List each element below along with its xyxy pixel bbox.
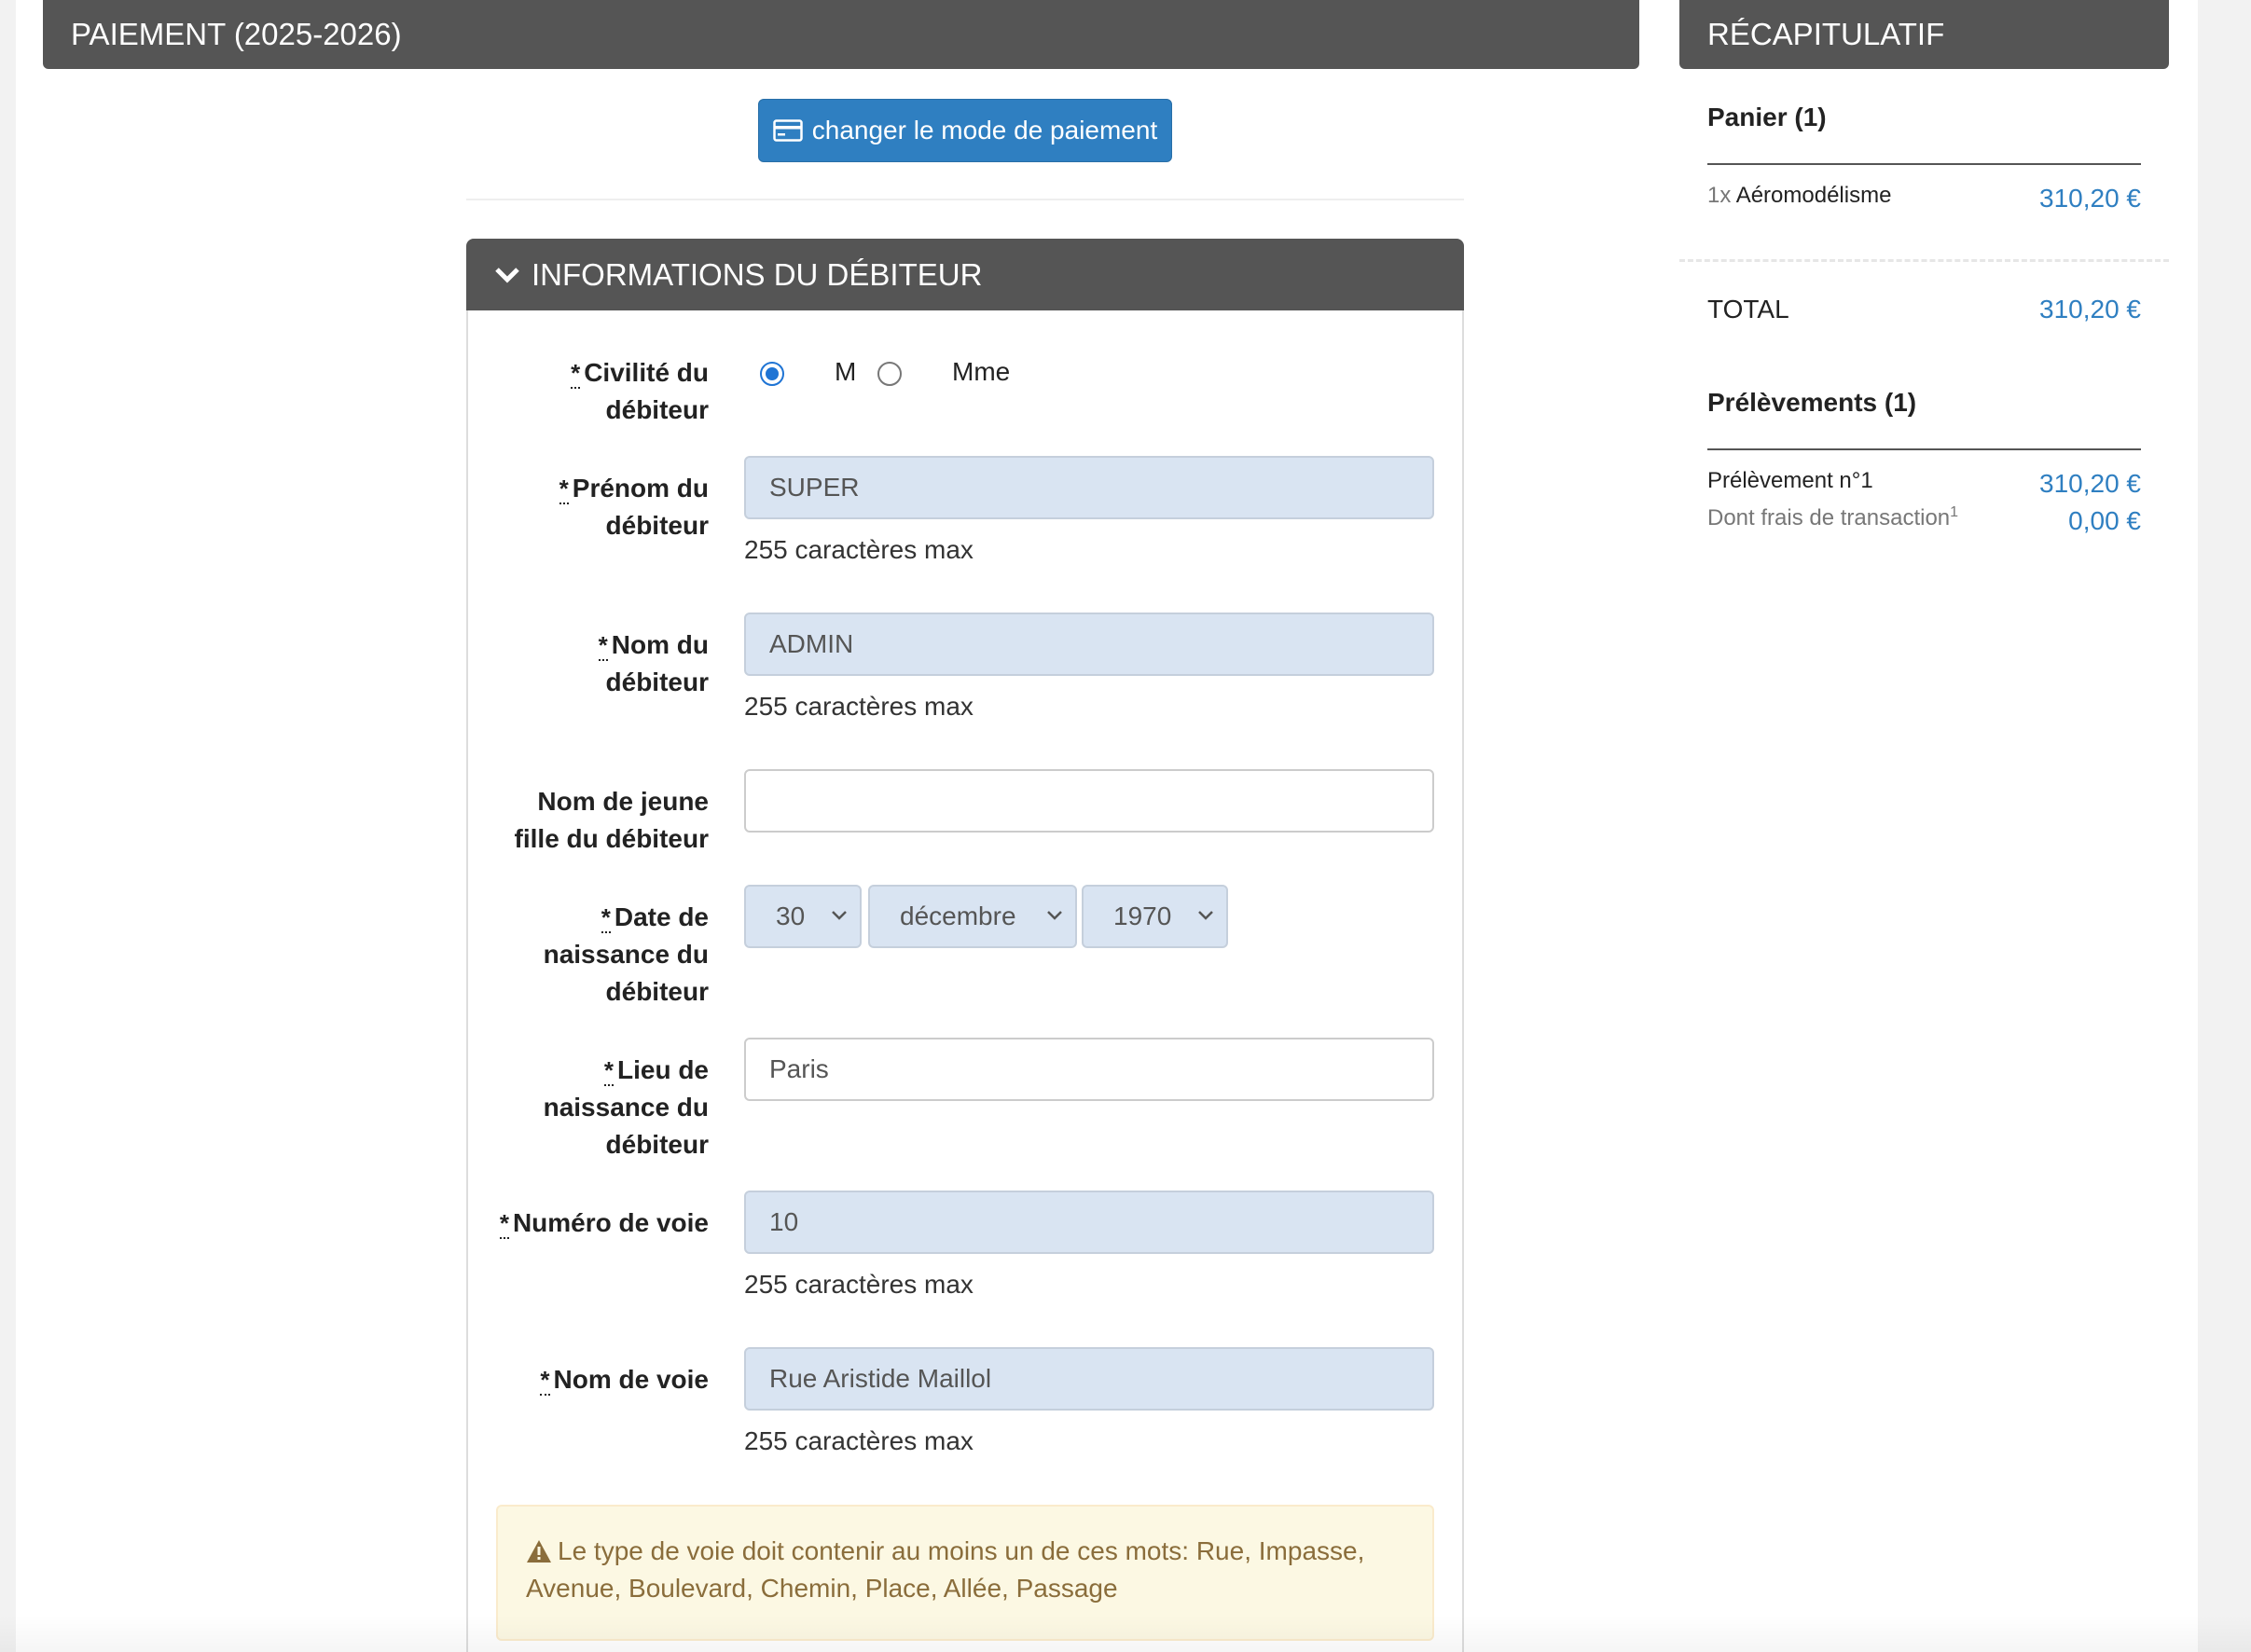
payment-header: PAIEMENT (2025-2026) bbox=[43, 0, 1639, 69]
street-number-input[interactable]: 10 bbox=[744, 1191, 1434, 1254]
debtor-info-panel: INFORMATIONS DU DÉBITEUR * Civilité du dé… bbox=[466, 239, 1464, 1652]
fees-label: Dont frais de transaction1 bbox=[1707, 504, 1958, 531]
birth-day-select[interactable]: 30 bbox=[744, 885, 862, 948]
change-payment-method-label: changer le mode de paiement bbox=[811, 116, 1158, 145]
total-value: 310,20 € bbox=[2039, 295, 2141, 324]
birth-place-value: Paris bbox=[769, 1054, 829, 1083]
birth-year-value: 1970 bbox=[1113, 902, 1172, 930]
street-number-value: 10 bbox=[769, 1207, 799, 1236]
civility-m-label: M bbox=[835, 357, 857, 386]
street-number-help: 255 caractères max bbox=[744, 1270, 974, 1299]
credit-card-icon bbox=[773, 119, 803, 142]
first-name-value: SUPER bbox=[769, 473, 860, 502]
birth-date-label-text: Date de naissance du débiteur bbox=[543, 902, 709, 1006]
birth-place-label-text: Lieu de naissance du débiteur bbox=[543, 1055, 709, 1159]
street-number-label-text: Numéro de voie bbox=[512, 1208, 709, 1237]
required-marker: * bbox=[601, 903, 611, 933]
debits-title: Prélèvements (1) bbox=[1707, 388, 1917, 417]
debtor-info-toggle[interactable]: INFORMATIONS DU DÉBITEUR bbox=[466, 239, 1464, 310]
payment-title: PAIEMENT (2025-2026) bbox=[71, 17, 402, 51]
street-name-label-text: Nom de voie bbox=[553, 1365, 709, 1394]
cart-dashed-divider bbox=[1679, 259, 2169, 262]
total-label: TOTAL bbox=[1707, 295, 1789, 324]
cart-item-qty: 1x bbox=[1707, 183, 1732, 208]
fees-value: 0,00 € bbox=[2068, 506, 2141, 535]
change-payment-method-button[interactable]: changer le mode de paiement bbox=[758, 99, 1172, 162]
cart-item-name: Aéromodélisme bbox=[1735, 183, 1892, 208]
page: PAIEMENT (2025-2026) changer le mode de … bbox=[16, 0, 2198, 1652]
birth-year-select[interactable]: 1970 bbox=[1082, 885, 1228, 948]
cart-title: Panier (1) bbox=[1707, 103, 1827, 131]
civility-label-text: Civilité du débiteur bbox=[584, 358, 709, 424]
last-name-value: ADMIN bbox=[769, 629, 854, 658]
street-name-help: 255 caractères max bbox=[744, 1426, 974, 1455]
required-marker: * bbox=[499, 1209, 509, 1239]
fees-label-text: Dont frais de transaction bbox=[1707, 505, 1951, 530]
street-name-value: Rue Aristide Maillol bbox=[769, 1364, 992, 1393]
civility-mme-radio[interactable] bbox=[877, 362, 902, 386]
debtor-info-title: INFORMATIONS DU DÉBITEUR bbox=[532, 256, 983, 292]
maiden-name-label-text: Nom de jeune fille du débiteur bbox=[514, 787, 709, 853]
first-name-help: 255 caractères max bbox=[744, 535, 974, 564]
required-marker: * bbox=[571, 359, 581, 389]
debit-label: Prélèvement n°1 bbox=[1707, 468, 1873, 493]
debit-value: 310,20 € bbox=[2039, 469, 2141, 498]
chevron-down-icon bbox=[495, 267, 519, 283]
street-name-input[interactable]: Rue Aristide Maillol bbox=[744, 1347, 1434, 1411]
warning-icon bbox=[527, 1540, 551, 1563]
cart-item: 1x Aéromodélisme bbox=[1707, 183, 1891, 209]
recap-header: RÉCAPITULATIF bbox=[1679, 0, 2169, 69]
required-marker: * bbox=[603, 1056, 614, 1086]
civility-m-radio[interactable] bbox=[760, 362, 784, 386]
civility-mme-label: Mme bbox=[952, 357, 1011, 386]
divider bbox=[466, 199, 1464, 200]
first-name-label-text: Prénom du débiteur bbox=[572, 474, 709, 540]
required-marker: * bbox=[598, 631, 608, 661]
cart-item-price: 310,20 € bbox=[2039, 184, 2141, 213]
cart-divider bbox=[1707, 163, 2141, 165]
fees-footnote: 1 bbox=[1950, 504, 1959, 520]
recap-title: RÉCAPITULATIF bbox=[1707, 17, 1945, 51]
last-name-label-text: Nom du débiteur bbox=[605, 630, 709, 696]
birth-day-value: 30 bbox=[776, 902, 806, 930]
maiden-name-input[interactable] bbox=[744, 769, 1434, 833]
birth-month-value: décembre bbox=[900, 902, 1016, 930]
required-marker: * bbox=[540, 1366, 550, 1396]
debits-divider bbox=[1707, 448, 2141, 450]
last-name-input[interactable]: ADMIN bbox=[744, 613, 1434, 676]
chevron-down-icon bbox=[832, 911, 847, 920]
last-name-help: 255 caractères max bbox=[744, 692, 974, 721]
bottom-shadow bbox=[0, 1615, 2251, 1652]
required-marker: * bbox=[559, 475, 569, 504]
birth-place-input[interactable]: Paris bbox=[744, 1038, 1434, 1101]
chevron-down-icon bbox=[1047, 911, 1062, 920]
first-name-input[interactable]: SUPER bbox=[744, 456, 1434, 519]
birth-month-select[interactable]: décembre bbox=[868, 885, 1077, 948]
warning-text: Le type de voie doit contenir au moins u… bbox=[526, 1536, 1365, 1603]
chevron-down-icon bbox=[1198, 911, 1213, 920]
